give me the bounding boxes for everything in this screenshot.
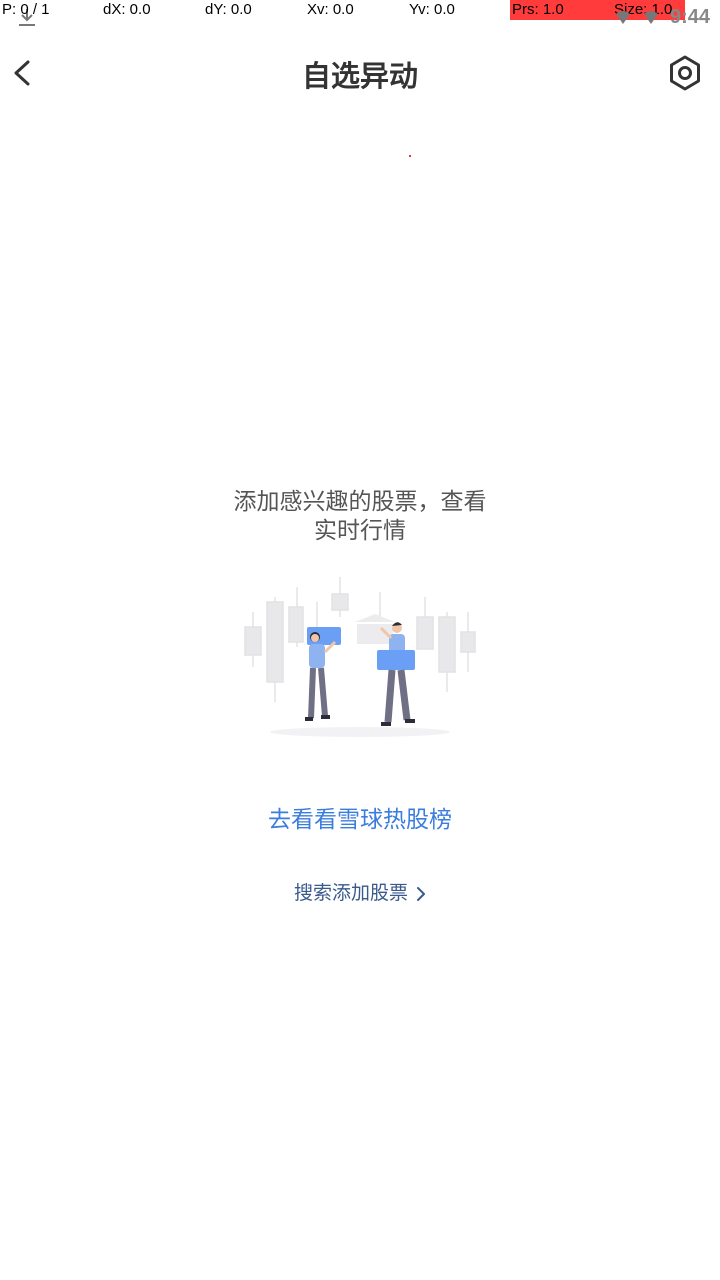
hot-stocks-link[interactable]: 去看看雪球热股榜 xyxy=(0,800,720,834)
debug-dy: dY: 0.0 xyxy=(205,1,252,18)
debug-yv: Yv: 0.0 xyxy=(409,1,455,18)
top-nav-bar: 自选异动 xyxy=(0,40,720,106)
empty-state-message: 添加感兴趣的股票，查看 实时行情 xyxy=(200,488,520,546)
loading-dot xyxy=(409,155,411,157)
signal-icon xyxy=(615,11,630,24)
settings-button[interactable] xyxy=(664,52,706,94)
wifi-icon xyxy=(643,11,658,24)
status-icons: 9:44 xyxy=(614,2,710,32)
debug-prs: Prs: 1.0 xyxy=(512,1,564,18)
hexagon-settings-icon xyxy=(670,55,700,91)
search-add-stock-link[interactable]: 搜索添加股票 xyxy=(0,878,720,905)
debug-dx: dX: 0.0 xyxy=(103,1,151,18)
debug-xv: Xv: 0.0 xyxy=(307,1,354,18)
debug-pointer: P: 0 / 1 xyxy=(2,1,50,18)
search-add-stock-label: 搜索添加股票 xyxy=(293,882,408,904)
empty-state-illustration xyxy=(244,577,476,737)
empty-message-line-2: 实时行情 xyxy=(314,518,406,544)
chevron-right-icon xyxy=(417,886,425,901)
person-left xyxy=(305,627,341,721)
screen: P: 0 / 1 dX: 0.0 dY: 0.0 Xv: 0.0 Yv: 0.0… xyxy=(0,0,720,1280)
empty-message-line-1: 添加感兴趣的股票，查看 xyxy=(233,489,487,515)
status-time: 9:44 xyxy=(669,5,710,28)
page-title: 自选异动 xyxy=(301,59,418,93)
status-bar: P: 0 / 1 dX: 0.0 dY: 0.0 Xv: 0.0 Yv: 0.0… xyxy=(0,0,720,28)
